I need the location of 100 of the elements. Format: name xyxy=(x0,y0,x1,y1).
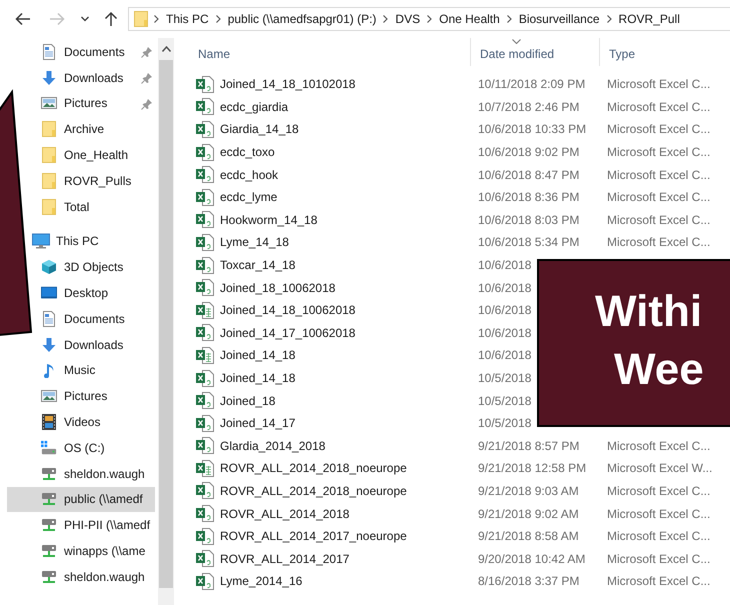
nav-item[interactable]: sheldon.waugh xyxy=(41,564,155,590)
file-name[interactable]: Joined_14_18 xyxy=(220,348,296,362)
file-name[interactable]: Lyme_14_18 xyxy=(220,235,289,250)
scrollbar[interactable] xyxy=(158,38,174,605)
csv-file-icon xyxy=(196,279,214,296)
nav-item[interactable]: Downloads xyxy=(41,332,155,358)
folder-icon xyxy=(42,172,56,189)
breadcrumb[interactable]: Biosurveillance xyxy=(518,12,601,26)
nav-item[interactable]: Videos xyxy=(41,409,155,435)
date-modified: 10/6/2018 5:34 PM xyxy=(478,235,580,250)
nav-item[interactable]: Archive xyxy=(41,116,155,142)
file-name[interactable]: Toxcar_14_18 xyxy=(220,258,296,272)
landscape-picture-icon xyxy=(41,96,57,110)
spreadsheet-icon xyxy=(196,460,214,477)
file-name[interactable]: Joined_18 xyxy=(220,394,276,408)
column-header[interactable]: Name xyxy=(196,38,230,61)
file-name[interactable]: ecdc_giardia xyxy=(220,100,288,114)
spreadsheet-icon xyxy=(196,302,214,319)
breadcrumb[interactable]: public (\\amedfsapgr01) (P:) xyxy=(226,12,378,26)
file-name[interactable]: Hookworm_14_18 xyxy=(220,212,318,227)
nav-item[interactable]: This PC xyxy=(32,228,155,254)
csv-file-icon xyxy=(196,188,214,206)
file-name[interactable]: Joined_14_17_10062018 xyxy=(220,326,356,340)
address-bar[interactable]: This PC public (\\amedfsapgr01) (P:) DVS One Health Biosurveillance ROVR_Pull xyxy=(128,7,730,31)
file-name[interactable]: Joined_14_18 xyxy=(220,371,296,386)
file-name[interactable]: Joined_14_18_10062018 xyxy=(220,303,356,318)
column-header[interactable]: Date modified xyxy=(478,38,554,61)
pin-icon[interactable] xyxy=(141,72,153,84)
nav-item[interactable]: Documents xyxy=(41,39,155,65)
csv-file-icon xyxy=(196,437,214,454)
date-modified: 10/6/2018 xyxy=(478,258,532,272)
file-type: Microsoft Excel C... xyxy=(607,168,712,182)
file-name[interactable]: ecdc_hook xyxy=(220,168,278,182)
date-modified: 9/20/2018 10:42 AM xyxy=(478,552,586,566)
nav-item[interactable]: One_Health xyxy=(41,142,155,168)
cube-icon xyxy=(41,259,57,276)
chevron-icon xyxy=(506,15,512,23)
file-type: Microsoft Excel C... xyxy=(607,77,712,92)
breadcrumb[interactable]: This PC xyxy=(165,12,210,26)
file-name[interactable]: ROVR_ALL_2014_2018_noeurope xyxy=(220,461,407,476)
nav-item[interactable]: Pictures xyxy=(41,90,155,116)
date-modified: 10/5/2018 xyxy=(478,416,532,430)
date-modified: 10/5/2018 xyxy=(478,394,532,408)
folder-icon xyxy=(42,198,56,215)
nav-item[interactable]: PHI-PII (\\amedf xyxy=(41,512,155,538)
nav-item[interactable]: Documents xyxy=(41,306,155,332)
file-name[interactable]: Joined_14_17 xyxy=(220,416,296,430)
callout-text: Withi xyxy=(595,286,702,338)
file-type: Microsoft Excel C... xyxy=(607,122,712,136)
csv-file-icon xyxy=(196,392,214,410)
nav-item[interactable]: Downloads xyxy=(41,64,155,91)
chevron-icon xyxy=(154,15,159,23)
file-name[interactable]: ecdc_lyme xyxy=(220,190,278,204)
download-arrow-icon xyxy=(41,70,57,86)
csv-file-icon xyxy=(196,505,214,522)
file-name[interactable]: ecdc_toxo xyxy=(220,145,275,160)
file-type: Microsoft Excel C... xyxy=(607,529,712,544)
nav-item[interactable]: Music xyxy=(41,358,155,384)
breadcrumb[interactable]: ROVR_Pull xyxy=(618,12,681,26)
csv-file-icon xyxy=(196,256,214,274)
pin-icon[interactable] xyxy=(141,98,153,110)
file-name[interactable]: ROVR_ALL_2014_2017_noeurope xyxy=(220,529,407,544)
nav-item[interactable]: ROVR_Pulls xyxy=(41,168,155,194)
document-icon xyxy=(42,44,56,60)
nav-item[interactable]: Desktop xyxy=(41,280,155,306)
scroll-up-icon[interactable] xyxy=(162,46,170,52)
file-type: Microsoft Excel C... xyxy=(607,552,712,566)
nav-item[interactable]: Pictures xyxy=(41,383,155,410)
file-name[interactable]: ROVR_ALL_2014_2017 xyxy=(220,552,350,566)
csv-file-icon xyxy=(196,528,214,545)
file-type: Microsoft Excel C... xyxy=(607,484,712,498)
date-modified: 10/6/2018 8:36 PM xyxy=(478,190,580,204)
spreadsheet-icon xyxy=(196,346,214,364)
date-modified: 10/6/2018 xyxy=(478,280,532,295)
date-modified: 10/6/2018 9:02 PM xyxy=(478,145,580,160)
folder-icon xyxy=(134,11,148,27)
nav-item[interactable]: sheldon.waugh xyxy=(41,460,155,487)
nav-item[interactable]: 3D Objects xyxy=(41,254,155,280)
nav-item[interactable]: Total xyxy=(41,194,155,220)
folder-icon xyxy=(42,147,56,164)
nav-item[interactable]: OS (C:) xyxy=(41,434,155,461)
network-drive-icon xyxy=(41,491,57,508)
file-name[interactable]: ROVR_ALL_2014_2018 xyxy=(220,506,350,521)
file-name[interactable]: Lyme_2014_16 xyxy=(220,574,302,588)
file-name[interactable]: Joined_18_10062018 xyxy=(220,280,336,295)
network-drive-icon xyxy=(41,466,57,482)
pin-icon[interactable] xyxy=(141,46,153,58)
right-arrow-icon xyxy=(49,12,65,26)
nav-item[interactable]: public (\\amedf xyxy=(7,486,155,512)
nav-item[interactable]: winapps (\\ame xyxy=(41,538,155,564)
column-header[interactable]: Type xyxy=(607,38,636,61)
breadcrumb[interactable]: One Health xyxy=(438,12,501,26)
file-name[interactable]: ROVR_ALL_2014_2018_noeurope xyxy=(220,484,407,498)
file-name[interactable]: Giardia_14_18 xyxy=(220,122,299,136)
file-name[interactable]: Joined_14_18_10102018 xyxy=(220,77,356,92)
breadcrumb[interactable]: DVS xyxy=(394,12,422,26)
callout-text: Wee xyxy=(614,344,704,396)
file-name[interactable]: Glardia_2014_2018 xyxy=(220,438,326,453)
csv-file-icon xyxy=(196,120,214,138)
scroll-thumb[interactable] xyxy=(159,60,173,588)
